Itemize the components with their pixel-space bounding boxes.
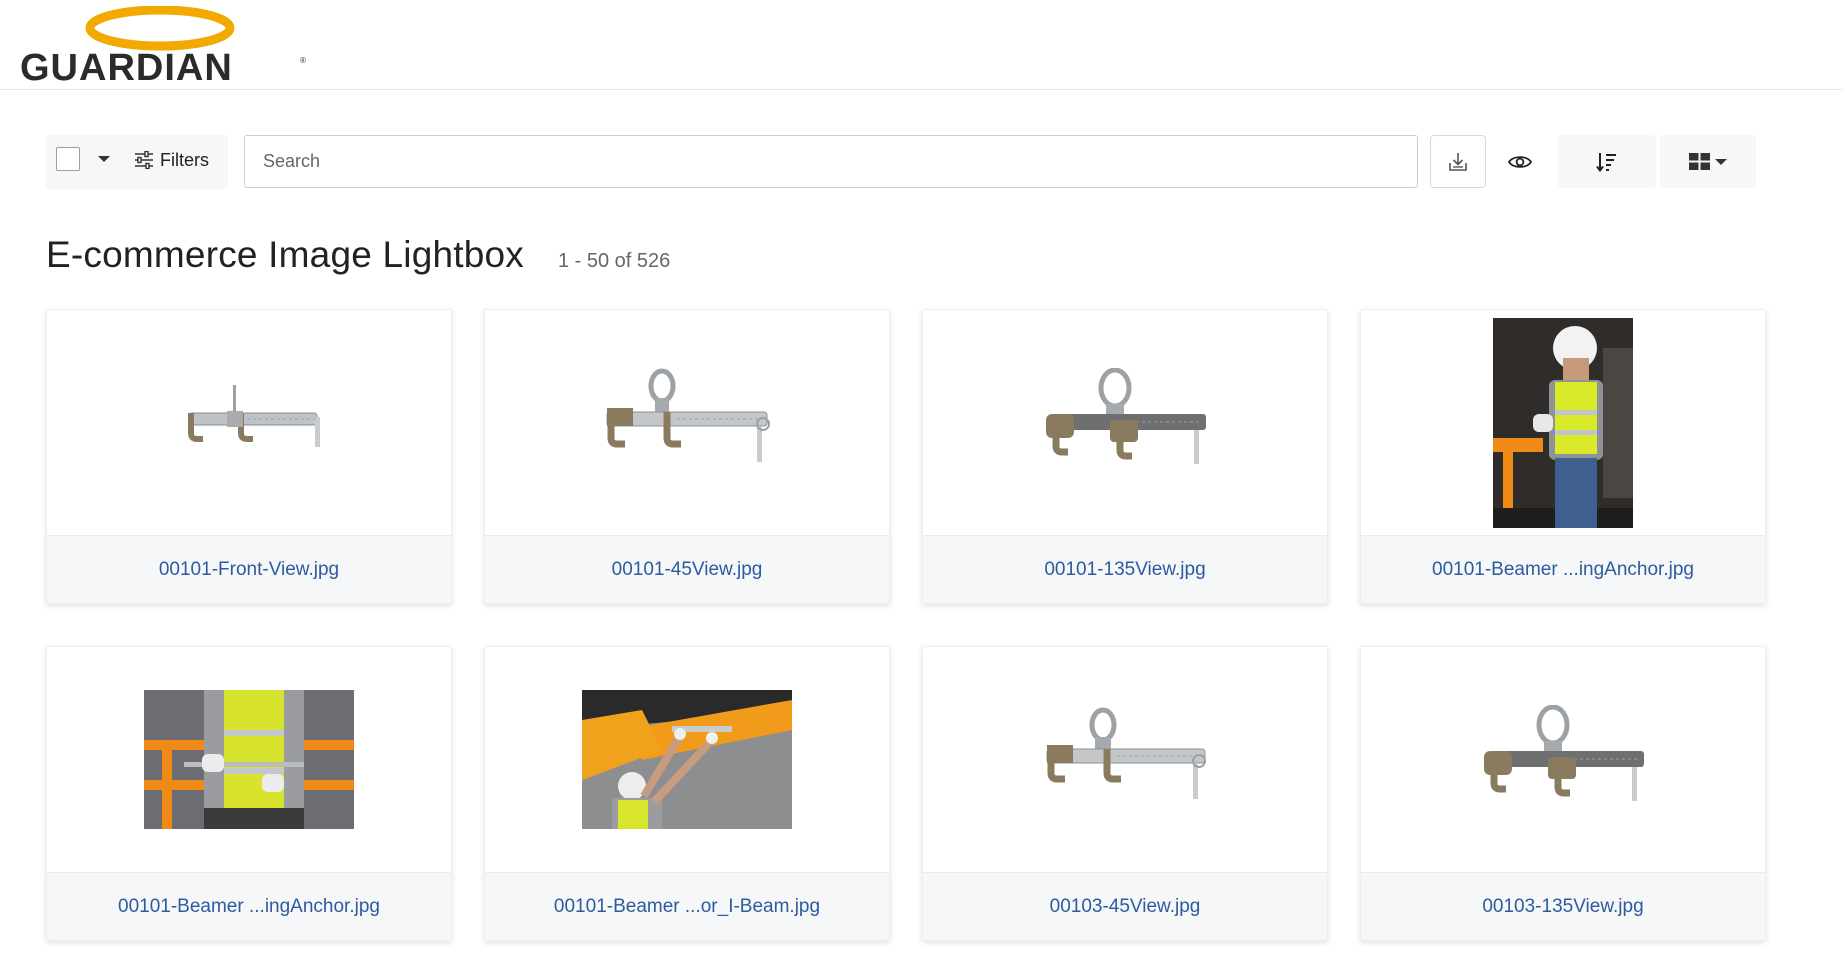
asset-thumbnail[interactable] [485, 647, 889, 872]
asset-filename-link[interactable]: 00101-135View.jpg [1044, 559, 1205, 581]
result-count: 1 - 50 of 526 [557, 250, 671, 272]
search-box [244, 135, 1418, 188]
page-title: E-commerce Image Lightbox [46, 234, 524, 275]
sort-button[interactable] [1558, 135, 1656, 188]
beam-anchor-image [606, 368, 770, 462]
download-icon [1449, 152, 1467, 171]
asset-caption: 00101-Front-View.jpg [47, 535, 451, 603]
asset-filename-link[interactable]: 00101-Beamer ...ingAnchor.jpg [1432, 559, 1694, 581]
select-all-checkbox[interactable] [56, 147, 80, 171]
asset-caption: 00103-135View.jpg [1361, 872, 1765, 940]
asset-filename-link[interactable]: 00103-45View.jpg [1050, 896, 1201, 918]
beam-anchor-image [1046, 367, 1206, 464]
beam-anchor-image [1484, 704, 1644, 801]
asset-thumbnail[interactable] [923, 310, 1327, 535]
asset-filename-link[interactable]: 00101-Beamer ...or_I-Beam.jpg [554, 896, 820, 918]
asset-card[interactable]: 00101-Beamer ...or_I-Beam.jpg [484, 646, 890, 941]
asset-card[interactable]: 00101-Front-View.jpg [46, 309, 452, 604]
download-button[interactable] [1430, 135, 1486, 188]
grid-view-icon [1689, 152, 1710, 170]
asset-caption: 00101-135View.jpg [923, 535, 1327, 603]
asset-card[interactable]: 00103-45View.jpg [922, 646, 1328, 941]
toolbar: Filters [46, 135, 1756, 189]
asset-caption: 00101-Beamer ...or_I-Beam.jpg [485, 872, 889, 940]
asset-card[interactable]: 00103-135View.jpg [1360, 646, 1766, 941]
asset-thumbnail[interactable] [923, 647, 1327, 872]
filters-label: Filters [160, 149, 209, 170]
preview-toggle-button[interactable] [1492, 135, 1548, 188]
asset-thumbnail[interactable] [1361, 310, 1765, 535]
beam-anchor-image [188, 384, 320, 447]
select-options-dropdown[interactable] [94, 149, 114, 169]
worker-photo [582, 690, 792, 829]
asset-filename-link[interactable]: 00103-135View.jpg [1482, 896, 1643, 918]
view-mode-dropdown[interactable] [1660, 135, 1756, 188]
beam-anchor-image [1046, 707, 1206, 799]
asset-caption: 00101-Beamer ...ingAnchor.jpg [47, 872, 451, 940]
asset-caption: 00101-Beamer ...ingAnchor.jpg [1361, 535, 1765, 603]
app-header: GUARDIAN ® [0, 0, 1843, 90]
asset-card[interactable]: 00101-Beamer ...ingAnchor.jpg [1360, 309, 1766, 604]
worker-photo [144, 690, 354, 829]
page-heading: E-commerce Image Lightbox 1 - 50 of 526 [46, 234, 670, 284]
selection-filter-group: Filters [46, 135, 228, 189]
asset-card[interactable]: 00101-Beamer ...ingAnchor.jpg [46, 646, 452, 941]
asset-filename-link[interactable]: 00101-45View.jpg [612, 559, 763, 581]
asset-thumbnail[interactable] [1361, 647, 1765, 872]
asset-filename-link[interactable]: 00101-Beamer ...ingAnchor.jpg [118, 896, 380, 918]
search-input[interactable] [245, 136, 1417, 187]
asset-caption: 00103-45View.jpg [923, 872, 1327, 940]
asset-thumbnail[interactable] [47, 310, 451, 535]
asset-caption: 00101-45View.jpg [485, 535, 889, 603]
logo-wordmark: GUARDIAN [20, 47, 233, 89]
eye-icon [1508, 155, 1532, 168]
asset-thumbnail[interactable] [485, 310, 889, 535]
asset-thumbnail[interactable] [47, 647, 451, 872]
logo-registered-mark: ® [300, 56, 306, 65]
asset-card[interactable]: 00101-45View.jpg [484, 309, 890, 604]
chevron-down-icon [1715, 158, 1727, 165]
guardian-logo[interactable]: GUARDIAN ® [18, 6, 308, 88]
sort-descending-icon [1596, 152, 1616, 172]
chevron-down-icon [98, 156, 110, 162]
sliders-icon [135, 151, 153, 169]
asset-filename-link[interactable]: 00101-Front-View.jpg [159, 559, 339, 581]
filters-button[interactable]: Filters [134, 146, 209, 174]
worker-photo [1493, 317, 1633, 528]
asset-card[interactable]: 00101-135View.jpg [922, 309, 1328, 604]
